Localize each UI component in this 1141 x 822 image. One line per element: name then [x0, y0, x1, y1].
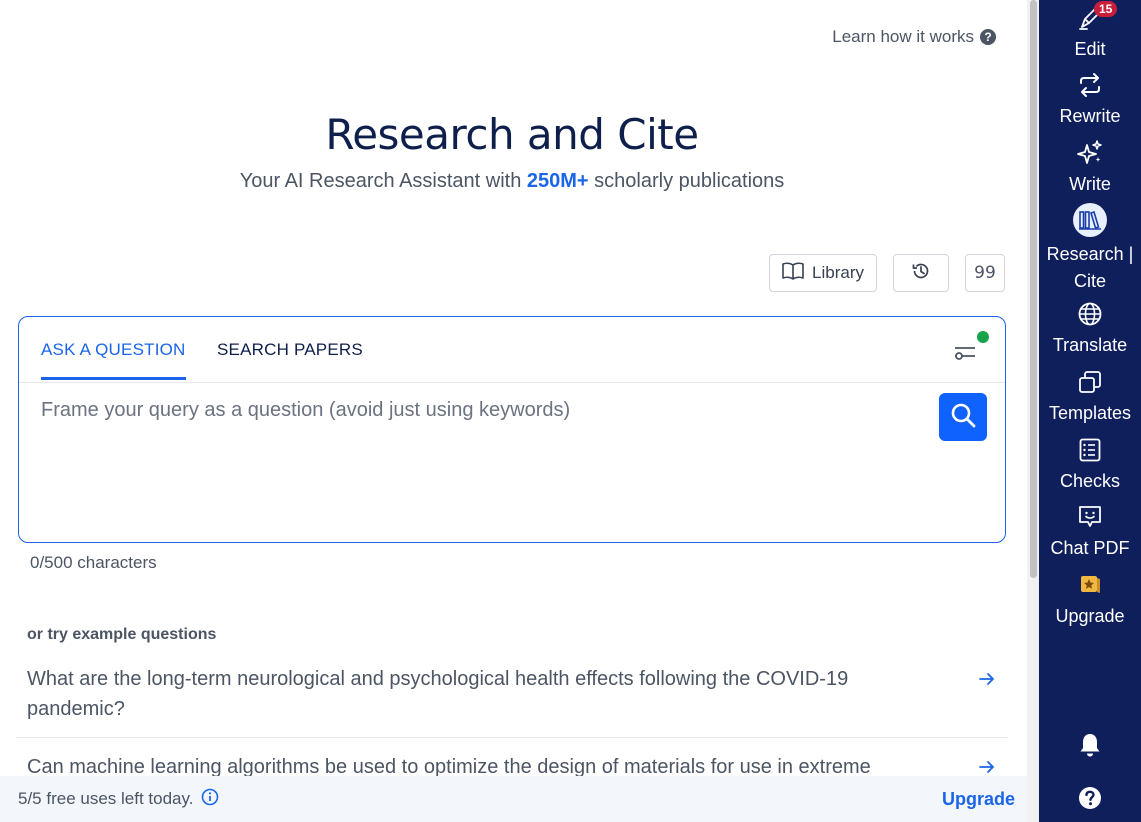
- checklist-icon: [1076, 436, 1104, 464]
- example-question[interactable]: What are the long-term neurological and …: [17, 664, 1007, 738]
- search-icon: [949, 401, 977, 434]
- info-icon[interactable]: [201, 788, 219, 811]
- example-question-text: What are the long-term neurological and …: [27, 668, 849, 720]
- nav-rewrite-label: Rewrite: [1059, 106, 1121, 126]
- sliders-icon: [949, 347, 983, 373]
- nav-chat-pdf[interactable]: Chat PDF: [1039, 503, 1141, 562]
- character-counter: 0/500 characters: [30, 553, 157, 572]
- free-uses-text: 5/5 free uses left today.: [18, 789, 194, 808]
- tab-search-papers[interactable]: SEARCH PAPERS: [217, 340, 363, 360]
- free-uses-status: 5/5 free uses left today.: [18, 788, 219, 811]
- nav-translate-label: Translate: [1052, 335, 1128, 355]
- scrollbar[interactable]: [1027, 0, 1039, 822]
- research-toolbar: Library 99: [769, 254, 1005, 292]
- nav-templates-label: Templates: [1048, 403, 1132, 423]
- rewrite-icon: [1076, 71, 1104, 99]
- nav-upgrade-label: Upgrade: [1055, 606, 1125, 626]
- history-button[interactable]: [893, 254, 949, 292]
- notifications-button[interactable]: [1039, 731, 1141, 759]
- nav-research-label: Research | Cite: [1047, 241, 1134, 295]
- learn-how-it-works-link[interactable]: Learn how it works ?: [832, 27, 996, 47]
- subtitle-prefix: Your AI Research Assistant with: [239, 170, 527, 192]
- nav-research-label-line2: Cite: [1073, 271, 1106, 291]
- learn-link-label: Learn how it works: [832, 27, 974, 46]
- history-icon: [911, 261, 931, 286]
- search-card: ASK A QUESTION SEARCH PAPERS: [18, 316, 1006, 543]
- usage-footer: 5/5 free uses left today. Upgrade: [0, 776, 1027, 822]
- upgrade-link[interactable]: Upgrade: [942, 789, 1015, 810]
- help-button[interactable]: [1039, 784, 1141, 812]
- nav-write[interactable]: Write: [1039, 139, 1141, 198]
- help-circle-icon: ?: [980, 29, 996, 45]
- page-title: Research and Cite: [325, 110, 699, 159]
- cite-button[interactable]: 99: [965, 254, 1005, 292]
- search-tabs: ASK A QUESTION SEARCH PAPERS: [19, 317, 1005, 383]
- help-circle-icon: [1076, 784, 1104, 812]
- arrow-right-icon: [977, 668, 997, 698]
- subtitle-highlight: 250M+: [526, 170, 589, 192]
- nav-templates[interactable]: Templates: [1039, 368, 1141, 427]
- scrollbar-thumb[interactable]: [1030, 0, 1037, 578]
- globe-icon: [1076, 300, 1104, 328]
- filter-active-dot: [977, 331, 989, 343]
- library-label: Library: [812, 263, 864, 282]
- nav-research-cite[interactable]: Research | Cite: [1039, 203, 1141, 295]
- search-button[interactable]: [939, 393, 987, 441]
- nav-checks-label: Checks: [1059, 471, 1121, 491]
- notification-badge: 15: [1094, 1, 1118, 17]
- nav-write-label: Write: [1069, 174, 1111, 194]
- book-open-icon: [782, 262, 804, 285]
- nav-upgrade[interactable]: Upgrade: [1039, 571, 1141, 630]
- main-panel: Learn how it works ? Research and Cite Y…: [0, 0, 1027, 822]
- templates-icon: [1076, 368, 1104, 396]
- nav-edit-label: Edit: [1074, 39, 1106, 59]
- page-subtitle: Your AI Research Assistant with 250M+ sc…: [0, 170, 1024, 193]
- nav-rewrite[interactable]: Rewrite: [1039, 71, 1141, 130]
- books-icon: [1073, 203, 1107, 237]
- question-input[interactable]: [41, 399, 921, 422]
- nav-edit[interactable]: 15 Edit: [1039, 1, 1141, 63]
- active-tab-indicator: [41, 377, 186, 380]
- subtitle-suffix: scholarly publications: [588, 170, 785, 192]
- examples-heading: or try example questions: [27, 626, 217, 643]
- sparkle-icon: [1076, 139, 1104, 167]
- crown-icon: [1076, 571, 1104, 599]
- nav-research-label-line1: Research |: [1046, 244, 1134, 264]
- bell-icon: [1076, 731, 1104, 759]
- side-nav-rail: 15 Edit Rewrite Write Research | Cite Tra…: [1039, 0, 1141, 822]
- library-button[interactable]: Library: [769, 254, 877, 292]
- nav-checks[interactable]: Checks: [1039, 436, 1141, 495]
- chat-icon: [1076, 503, 1104, 531]
- nav-chat-pdf-label: Chat PDF: [1050, 538, 1130, 558]
- nav-translate[interactable]: Translate: [1039, 300, 1141, 359]
- tab-ask-a-question[interactable]: ASK A QUESTION: [41, 340, 186, 360]
